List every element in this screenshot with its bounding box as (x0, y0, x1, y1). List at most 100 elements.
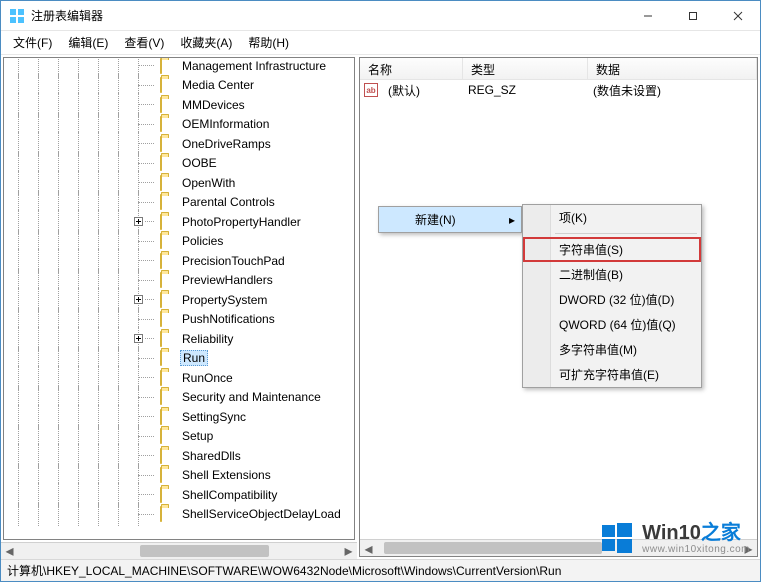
tree-item[interactable]: MMDevices (4, 95, 354, 115)
tree-item-label: ShellServiceObjectDelayLoad (180, 507, 343, 521)
expand-icon[interactable] (133, 294, 144, 305)
menu-view[interactable]: 查看(V) (116, 32, 172, 53)
ctx-sub-item[interactable]: DWORD (32 位)值(D) (523, 287, 701, 312)
tree-item-label: OneDriveRamps (180, 137, 273, 151)
folder-icon (160, 488, 176, 502)
tree-item[interactable]: PrecisionTouchPad (4, 251, 354, 271)
menu-help[interactable]: 帮助(H) (240, 32, 297, 53)
ctx-sub-item[interactable]: 项(K) (523, 205, 701, 230)
tree-item[interactable]: ShellCompatibility (4, 485, 354, 505)
tree-item-label: Management Infrastructure (180, 59, 328, 73)
tree-item[interactable]: Media Center (4, 76, 354, 96)
tree-item[interactable]: Reliability (4, 329, 354, 349)
scroll-right-icon[interactable]: ▸ (740, 540, 757, 557)
maximize-button[interactable] (670, 1, 715, 30)
tree-item[interactable]: PhotoPropertyHandler (4, 212, 354, 232)
menu-file[interactable]: 文件(F) (5, 32, 60, 53)
tree-item[interactable]: PushNotifications (4, 310, 354, 330)
folder-icon (160, 332, 176, 346)
minimize-button[interactable] (625, 1, 670, 30)
tree-item[interactable]: PropertySystem (4, 290, 354, 310)
folder-icon (160, 429, 176, 443)
tree-item-label: OpenWith (180, 176, 237, 190)
tree-item-label: Security and Maintenance (180, 390, 323, 404)
folder-icon (160, 312, 176, 326)
statusbar: 计算机\HKEY_LOCAL_MACHINE\SOFTWARE\WOW6432N… (1, 559, 760, 581)
tree-item[interactable]: SettingSync (4, 407, 354, 427)
tree-item[interactable]: OneDriveRamps (4, 134, 354, 154)
ctx-sub-item[interactable]: 二进制值(B) (523, 262, 701, 287)
tree-item[interactable]: ShellServiceObjectDelayLoad (4, 505, 354, 525)
tree-item-label: PrecisionTouchPad (180, 254, 287, 268)
col-name[interactable]: 名称 (360, 58, 463, 79)
tree-item[interactable]: Security and Maintenance (4, 388, 354, 408)
folder-icon (160, 273, 176, 287)
folder-icon (160, 59, 176, 73)
folder-icon (160, 215, 176, 229)
value-data: (数值未设置) (587, 82, 667, 99)
menu-favorites[interactable]: 收藏夹(A) (172, 32, 240, 53)
tree-item-label: Parental Controls (180, 195, 277, 209)
tree-item[interactable]: Management Infrastructure (4, 57, 354, 76)
expand-icon[interactable] (133, 216, 144, 227)
tree-item[interactable]: Setup (4, 427, 354, 447)
folder-icon (160, 468, 176, 482)
tree-item[interactable]: PreviewHandlers (4, 271, 354, 291)
folder-icon (160, 156, 176, 170)
list-h-scrollbar[interactable]: ◂ ▸ (360, 539, 757, 556)
tree-item-label: OEMInformation (180, 117, 271, 131)
ctx-sub-item[interactable]: 字符串值(S) (523, 237, 701, 262)
tree-item[interactable]: Policies (4, 232, 354, 252)
tree-view[interactable]: Management Infrastructure Media CenterMMD… (3, 57, 355, 540)
folder-icon (160, 98, 176, 112)
tree-item-label: SharedDlls (180, 449, 243, 463)
tree-item-label: SettingSync (180, 410, 248, 424)
folder-icon (160, 234, 176, 248)
tree-item[interactable]: OpenWith (4, 173, 354, 193)
tree-item-label: PhotoPropertyHandler (180, 215, 303, 229)
tree-item[interactable]: Shell Extensions (4, 466, 354, 486)
ctx-sub-item[interactable]: QWORD (64 位)值(Q) (523, 312, 701, 337)
list-header: 名称 类型 数据 (360, 58, 757, 80)
col-data[interactable]: 数据 (588, 58, 757, 79)
tree-item-label: PreviewHandlers (180, 273, 275, 287)
col-type[interactable]: 类型 (463, 58, 588, 79)
close-button[interactable] (715, 1, 760, 30)
values-pane: 名称 类型 数据 ab (默认) REG_SZ (数值未设置) 新建(N) ▸ (359, 57, 758, 557)
context-menu: 新建(N) ▸ (378, 206, 522, 233)
tree-item[interactable]: Parental Controls (4, 193, 354, 213)
tree-item-label: Setup (180, 429, 215, 443)
folder-icon (160, 176, 176, 190)
tree-item[interactable]: Run (4, 349, 354, 369)
tree-item-label: Shell Extensions (180, 468, 273, 482)
scroll-right-icon[interactable]: ▸ (340, 543, 357, 560)
folder-icon (160, 254, 176, 268)
ctx-sub-item[interactable]: 可扩充字符串值(E) (523, 362, 701, 387)
scroll-left-icon[interactable]: ◂ (360, 540, 377, 557)
content-area: Management Infrastructure Media CenterMMD… (1, 55, 760, 559)
tree-item-label: RunOnce (180, 371, 235, 385)
tree-item[interactable]: OEMInformation (4, 115, 354, 135)
submenu-arrow-icon: ▸ (509, 213, 515, 227)
menu-edit[interactable]: 编辑(E) (60, 32, 116, 53)
list-row[interactable]: ab (默认) REG_SZ (数值未设置) (360, 80, 757, 100)
tree-item[interactable]: SharedDlls (4, 446, 354, 466)
tree-pane: Management Infrastructure Media CenterMMD… (1, 55, 357, 559)
tree-h-scrollbar[interactable]: ◂ ▸ (1, 542, 357, 559)
tree-item[interactable]: RunOnce (4, 368, 354, 388)
expand-icon[interactable] (133, 333, 144, 344)
tree-item[interactable]: OOBE (4, 154, 354, 174)
ctx-sub-item[interactable]: 多字符串值(M) (523, 337, 701, 362)
folder-icon (160, 195, 176, 209)
value-name: (默认) (382, 82, 462, 99)
list-body[interactable]: ab (默认) REG_SZ (数值未设置) 新建(N) ▸ 项(K) 字符串值(… (360, 80, 757, 539)
scroll-left-icon[interactable]: ◂ (1, 543, 18, 560)
tree-item-label: PropertySystem (180, 293, 269, 307)
tree-item-label: ShellCompatibility (180, 488, 279, 502)
tree-item-label: Policies (180, 234, 225, 248)
ctx-new-label: 新建(N) (415, 213, 456, 227)
ctx-new[interactable]: 新建(N) ▸ (379, 207, 521, 232)
folder-icon (160, 410, 176, 424)
tree-item-label: OOBE (180, 156, 219, 170)
tree-item-label: Run (180, 350, 208, 366)
